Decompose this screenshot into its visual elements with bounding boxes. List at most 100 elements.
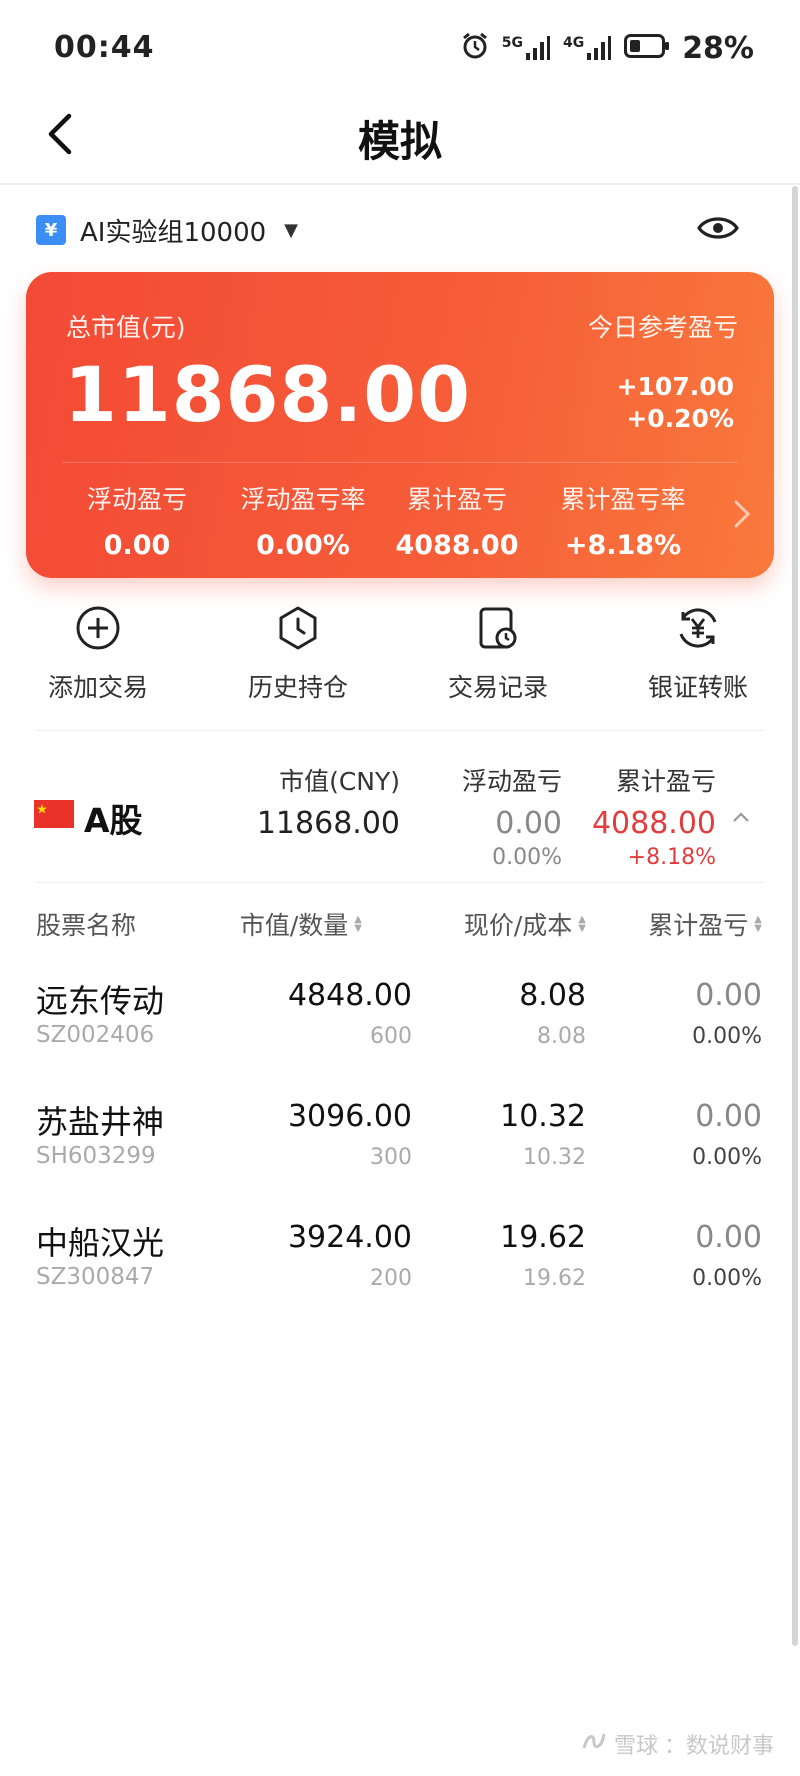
record-clock-icon xyxy=(474,604,522,652)
current-price: 8.08 xyxy=(519,978,586,1013)
float-pnl-label: 浮动盈亏 xyxy=(461,767,562,796)
float-pnl-percent: 0.00% xyxy=(492,845,562,870)
portfolio-summary-card[interactable]: 总市值(元) 今日参考盈亏 11868.00 +107.00 +0.20% 浮动… xyxy=(26,272,774,578)
holding-pnl-percent: 0.00% xyxy=(692,1266,762,1291)
cost-price: 8.08 xyxy=(537,1024,586,1049)
signal-5g-label: 5G xyxy=(501,35,523,51)
holding-row[interactable]: 苏盐井神 SH603299 3096.00 300 10.32 10.32 0.… xyxy=(0,1097,800,1217)
float-pnl-col: 浮动盈亏 0.00 0.00% xyxy=(462,762,562,870)
stat-label: 浮动盈亏率 xyxy=(240,485,366,514)
sort-icon: ▲ ▼ xyxy=(754,914,762,934)
stock-name: 苏盐井神 xyxy=(36,1103,165,1141)
holding-pnl: 0.00 xyxy=(695,978,762,1013)
holding-qty: 200 xyxy=(370,1266,412,1291)
nav-divider xyxy=(0,183,800,185)
action-label: 银证转账 xyxy=(647,673,748,702)
battery-icon xyxy=(624,33,670,63)
header-label: 现价/成本 xyxy=(463,911,573,940)
signal-4g-icon: 4G xyxy=(563,35,612,61)
stock-name: 远东传动 xyxy=(36,982,165,1020)
total-pnl-percent: +8.18% xyxy=(627,845,716,870)
header-value-qty[interactable]: 市值/数量 ▲ ▼ xyxy=(240,906,362,942)
total-pnl-label: 累计盈亏 xyxy=(615,767,716,796)
signal-5g-icon: 5G xyxy=(502,35,551,61)
page-title: 模拟 xyxy=(357,117,442,166)
scrollbar[interactable] xyxy=(792,186,798,1646)
total-pnl-value: 4088.00 xyxy=(591,806,716,841)
caret-down-icon: ▼ xyxy=(284,219,299,241)
header-label: 市值/数量 xyxy=(239,911,349,940)
stat-value: +8.18% xyxy=(564,530,682,561)
card-divider xyxy=(62,462,738,463)
section-divider xyxy=(36,882,764,883)
current-price: 10.32 xyxy=(500,1099,586,1134)
bank-transfer-button[interactable]: 银证转账 xyxy=(608,604,788,704)
holding-qty: 300 xyxy=(370,1145,412,1170)
total-pnl-col: 累计盈亏 4088.00 +8.18% xyxy=(592,762,716,870)
china-flag-icon xyxy=(34,800,74,828)
stat-float-pnl-rate: 浮动盈亏率 0.00% xyxy=(218,480,388,561)
holding-pnl-percent: 0.00% xyxy=(692,1024,762,1049)
holding-value: 4848.00 xyxy=(287,978,412,1013)
nav-header: 模拟 xyxy=(0,96,800,186)
market-value: 11868.00 xyxy=(256,806,400,841)
status-indicators: 5G 4G 28% xyxy=(460,30,754,66)
quick-actions: 添加交易 历史持仓 交易记录 银证转账 xyxy=(0,604,800,714)
eye-icon xyxy=(697,213,739,247)
card-stats: 浮动盈亏 0.00 浮动盈亏率 0.00% 累计盈亏 4088.00 累计盈亏率… xyxy=(26,480,726,561)
chevron-right-icon xyxy=(733,499,751,533)
stock-code: SH603299 xyxy=(36,1143,156,1169)
today-pnl-label: 今日参考盈亏 xyxy=(587,313,738,342)
holding-qty: 600 xyxy=(370,1024,412,1049)
card-more-button[interactable] xyxy=(722,486,762,546)
current-price: 19.62 xyxy=(500,1220,586,1255)
watermark-brand: 雪球 xyxy=(613,1734,658,1759)
stat-value: 0.00 xyxy=(103,530,171,561)
holding-pnl: 0.00 xyxy=(695,1099,762,1134)
add-trade-button[interactable]: 添加交易 xyxy=(8,604,188,704)
stat-total-pnl: 累计盈亏 4088.00 xyxy=(372,480,542,561)
stat-float-pnl: 浮动盈亏 0.00 xyxy=(52,480,222,561)
header-label: 累计盈亏 xyxy=(648,911,749,940)
stat-label: 累计盈亏率 xyxy=(560,485,686,514)
account-selector[interactable]: ¥ AI实验组10000 ▼ xyxy=(36,208,298,252)
stock-name: 中船汉光 xyxy=(36,1224,165,1262)
account-name: AI实验组10000 xyxy=(80,217,267,248)
stat-label: 浮动盈亏 xyxy=(86,485,187,514)
stat-label: 累计盈亏 xyxy=(406,485,507,514)
sort-icon: ▲ ▼ xyxy=(354,914,362,934)
action-label: 历史持仓 xyxy=(247,673,348,702)
chevron-up-icon xyxy=(732,808,750,827)
stat-value: 0.00% xyxy=(256,530,350,561)
total-value: 11868.00 xyxy=(64,350,472,439)
status-time: 00:44 xyxy=(54,30,155,65)
toggle-visibility-button[interactable] xyxy=(696,208,740,252)
alarm-icon xyxy=(460,31,490,65)
battery-percent: 28% xyxy=(682,30,754,66)
collapse-button[interactable] xyxy=(726,802,756,832)
stat-total-pnl-rate: 累计盈亏率 +8.18% xyxy=(538,480,708,561)
header-price-cost[interactable]: 现价/成本 ▲ ▼ xyxy=(464,906,586,942)
stock-code: SZ002406 xyxy=(36,1022,155,1048)
today-pnl-amount: +107.00 xyxy=(616,372,734,401)
float-pnl-value: 0.00 xyxy=(495,806,562,841)
signal-4g-label: 4G xyxy=(562,35,585,51)
stat-value: 4088.00 xyxy=(395,530,519,561)
header-label: 股票名称 xyxy=(36,911,137,940)
header-stock-name: 股票名称 xyxy=(36,906,136,942)
cost-price: 10.32 xyxy=(523,1145,586,1170)
add-circle-icon xyxy=(74,604,122,652)
market-summary-row[interactable]: A股 市值(CNY) 11868.00 浮动盈亏 0.00 0.00% 累计盈亏… xyxy=(0,752,800,872)
holdings-table-header: 股票名称 市值/数量 ▲ ▼ 现价/成本 ▲ ▼ 累计盈亏 ▲ ▼ xyxy=(0,900,800,950)
stock-code: SZ300847 xyxy=(36,1264,155,1290)
trade-records-button[interactable]: 交易记录 xyxy=(408,604,588,704)
header-pnl[interactable]: 累计盈亏 ▲ ▼ xyxy=(648,906,762,942)
history-holdings-button[interactable]: 历史持仓 xyxy=(208,604,388,704)
clock-hexagon-icon xyxy=(274,604,322,652)
holding-value: 3096.00 xyxy=(287,1099,412,1134)
watermark-author: ：数说财事 xyxy=(663,1734,774,1759)
holding-row[interactable]: 中船汉光 SZ300847 3924.00 200 19.62 19.62 0.… xyxy=(0,1218,800,1338)
holding-value: 3924.00 xyxy=(287,1220,412,1255)
watermark: 雪球 ：数说财事 xyxy=(580,1728,774,1760)
holding-row[interactable]: 远东传动 SZ002406 4848.00 600 8.08 8.08 0.00… xyxy=(0,976,800,1096)
